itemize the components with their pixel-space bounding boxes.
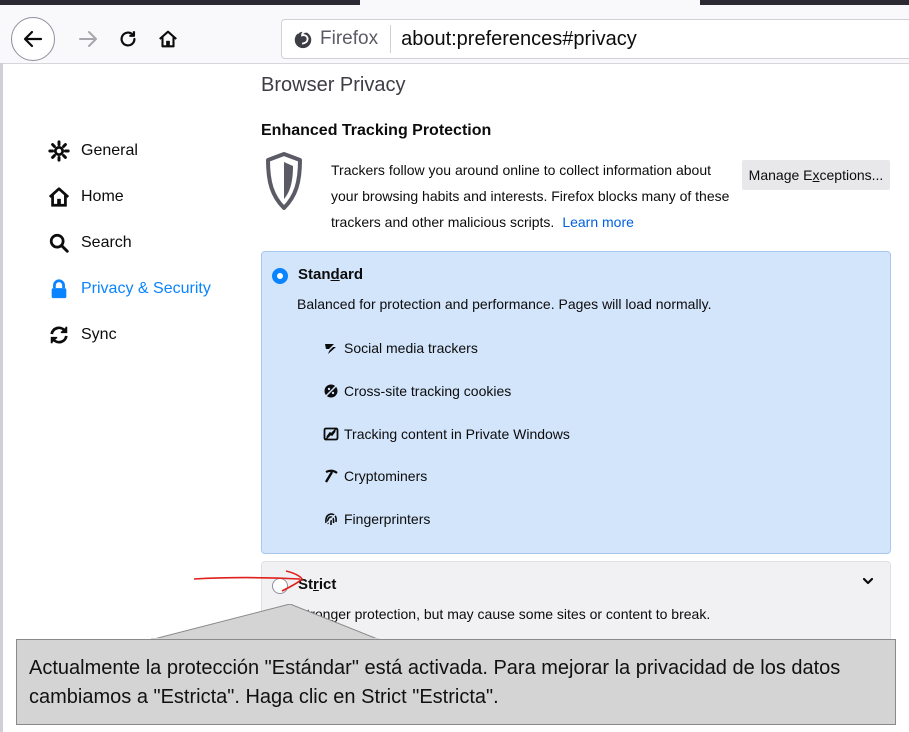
feature-item: Fingerprinters [322, 510, 430, 528]
feature-item: Tracking content in Private Windows [322, 425, 570, 443]
standard-label-post: ard [339, 266, 364, 283]
firefox-logo-icon [294, 29, 312, 49]
forward-button[interactable] [70, 21, 106, 57]
feature-item: Cross-site tracking cookies [322, 382, 511, 400]
url-bar[interactable]: Firefox about:preferences#privacy [281, 19, 909, 59]
back-button[interactable] [11, 17, 55, 61]
chevron-down-icon[interactable] [861, 574, 875, 588]
feature-item: Cryptominers [322, 467, 427, 485]
home-button[interactable] [150, 21, 186, 57]
back-arrow-icon [23, 30, 43, 48]
callout-text: Actualmente la protección "Estándar" est… [29, 657, 841, 708]
window-edge [0, 63, 3, 732]
standard-label-accesskey: d [330, 266, 340, 283]
fingerprint-icon [322, 510, 340, 528]
strict-label-post: ict [318, 576, 337, 593]
feature-label: Cross-site tracking cookies [344, 383, 512, 399]
social-tracker-icon [322, 339, 340, 357]
home-icon [48, 186, 70, 208]
search-icon [48, 232, 70, 254]
sidebar-item-label: General [81, 142, 138, 159]
page-title: Browser Privacy [261, 74, 406, 96]
sidebar-item-privacy-security[interactable]: Privacy & Security [48, 278, 211, 300]
sync-icon [48, 324, 70, 346]
identity-label: Firefox [320, 28, 379, 49]
home-icon [159, 30, 177, 48]
standard-label[interactable]: Standard [298, 266, 363, 283]
sidebar-item-label: Home [81, 188, 124, 205]
etp-description: Trackers follow you around online to col… [331, 157, 741, 235]
sidebar-item-label: Privacy & Security [81, 280, 211, 297]
navigation-toolbar: Firefox about:preferences#privacy [0, 5, 909, 64]
sidebar-item-label: Search [81, 234, 132, 251]
manage-exceptions-button[interactable]: Manage Ex ceptions... [742, 160, 890, 190]
feature-item: Social media trackers [322, 339, 478, 357]
manage-exceptions-accesskey: x [812, 167, 820, 183]
feature-label: Cryptominers [344, 468, 428, 484]
learn-more-link[interactable]: Learn more [562, 214, 634, 230]
sidebar-item-sync[interactable]: Sync [48, 324, 117, 346]
tracking-content-icon [322, 425, 340, 443]
manage-exceptions-label-post: ceptions... [819, 167, 884, 183]
annotation-arrow-icon [193, 570, 304, 592]
reload-icon [120, 31, 136, 47]
sidebar-item-general[interactable]: General [48, 140, 138, 162]
feature-label: Fingerprinters [344, 511, 431, 527]
cryptominer-icon [322, 467, 340, 485]
reload-button[interactable] [110, 21, 146, 57]
url-text[interactable]: about:preferences#privacy [401, 28, 637, 51]
standard-description: Balanced for protection and performance.… [297, 296, 712, 312]
etp-heading: Enhanced Tracking Protection [261, 122, 492, 139]
cookie-icon [322, 382, 340, 400]
manage-exceptions-label-pre: Manage E [748, 167, 813, 183]
etp-description-text: Trackers follow you around online to col… [331, 162, 730, 230]
sidebar-item-label: Sync [81, 326, 117, 343]
feature-label: Tracking content in Private Windows [344, 426, 570, 442]
tutorial-callout: Actualmente la protección "Estándar" est… [16, 639, 896, 725]
shield-icon [266, 152, 302, 210]
standard-label-pre: Stan [298, 266, 331, 283]
forward-arrow-icon [79, 31, 97, 47]
lock-icon [48, 278, 70, 300]
standard-radio[interactable] [272, 268, 288, 284]
sidebar-item-home[interactable]: Home [48, 186, 124, 208]
identity-box[interactable]: Firefox [282, 25, 392, 53]
gear-icon [48, 140, 70, 162]
feature-label: Social media trackers [344, 340, 478, 356]
sidebar-item-search[interactable]: Search [48, 232, 132, 254]
callout-pointer [150, 604, 381, 641]
